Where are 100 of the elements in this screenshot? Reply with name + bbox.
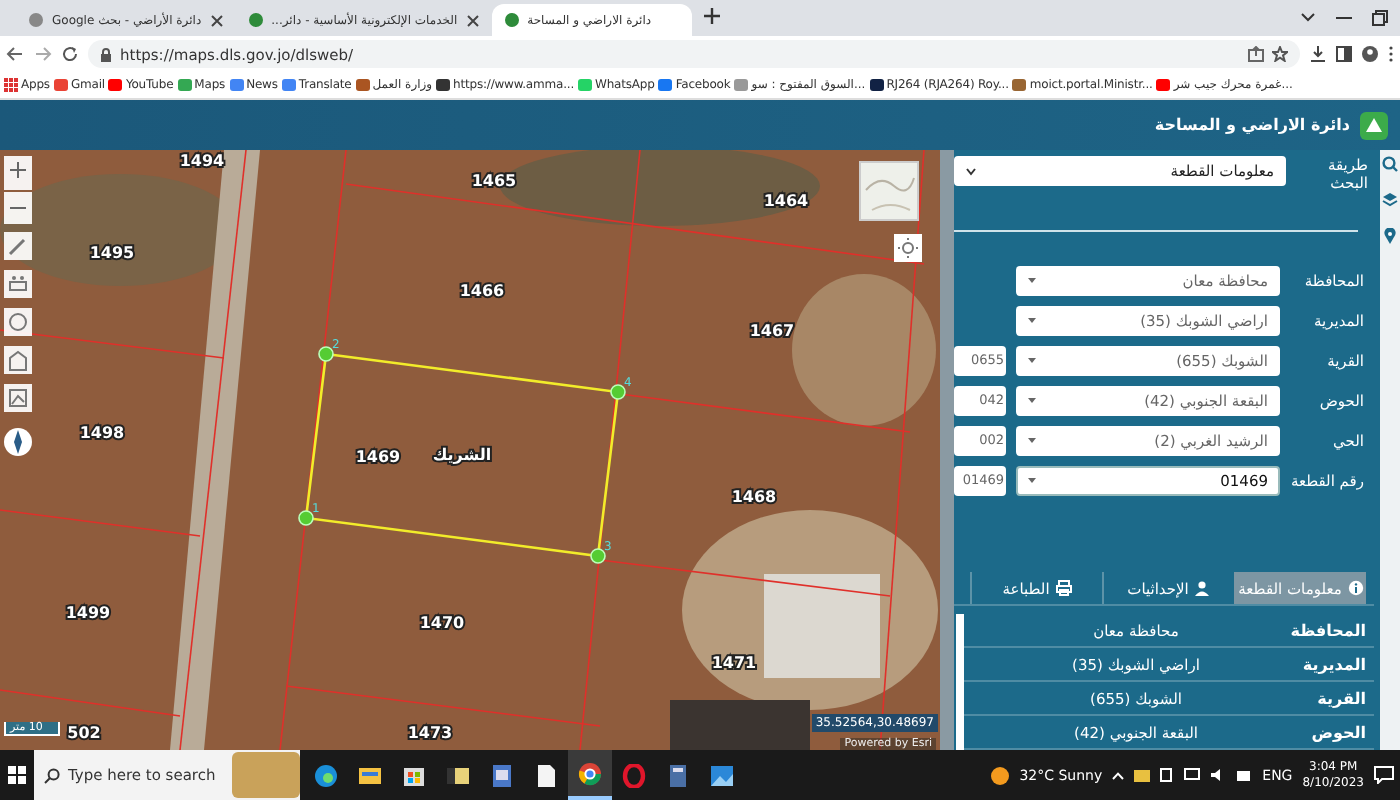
new-tab-icon[interactable] xyxy=(703,8,720,24)
share-icon[interactable] xyxy=(1248,46,1264,62)
printer-icon xyxy=(1055,580,1072,596)
reload-icon[interactable] xyxy=(62,46,78,62)
vertex-marker xyxy=(298,510,314,526)
favicon-icon xyxy=(53,78,68,92)
caret-icon xyxy=(1028,358,1036,364)
favicon-icon xyxy=(1156,78,1171,92)
apps-grid-icon xyxy=(4,78,18,92)
display-icon[interactable] xyxy=(1184,768,1201,782)
sun-icon xyxy=(989,765,1010,785)
search-highlight-image xyxy=(232,752,300,798)
info-label: المديرية xyxy=(1300,655,1366,673)
search-icon xyxy=(44,767,60,783)
favicon-icon xyxy=(229,78,244,92)
favicon-icon xyxy=(503,12,520,28)
parcel-number: 502 xyxy=(67,724,101,742)
caret-icon xyxy=(1028,398,1036,404)
location-pin-icon[interactable] xyxy=(1384,228,1396,244)
close-icon[interactable] xyxy=(209,13,224,27)
windows-logo-icon[interactable] xyxy=(8,766,26,784)
download-icon[interactable] xyxy=(1310,46,1326,62)
circle-tool-button[interactable] xyxy=(4,308,32,336)
building-shadow xyxy=(670,700,810,750)
restore-icon[interactable] xyxy=(1372,10,1388,26)
zoom-in-button[interactable] xyxy=(4,156,32,190)
favicon-icon xyxy=(177,78,192,92)
info-icon xyxy=(1347,580,1364,596)
compass-button[interactable] xyxy=(4,428,32,456)
search-icon[interactable] xyxy=(1382,156,1398,172)
image-viewer-icon[interactable] xyxy=(446,763,470,787)
parcel-number: 1470 xyxy=(419,614,465,632)
favicon-icon xyxy=(108,78,123,92)
side-panel-icon[interactable] xyxy=(1336,46,1352,62)
back-arrow-icon[interactable] xyxy=(6,46,24,62)
parcel-number: 1469 xyxy=(355,448,401,466)
vertex-marker xyxy=(610,384,626,400)
browser-icon[interactable] xyxy=(578,761,602,785)
profile-icon[interactable] xyxy=(1362,46,1378,62)
favicon-icon xyxy=(578,78,592,92)
chevron-down-icon[interactable] xyxy=(1300,12,1316,24)
parcel-number: 1494 xyxy=(179,152,225,170)
logo-icon xyxy=(1360,111,1388,139)
favicon-icon xyxy=(247,12,264,28)
parcel-number: 1499 xyxy=(65,604,111,622)
person-icon xyxy=(1194,580,1211,596)
battery-icon[interactable] xyxy=(1236,769,1253,781)
favicon-icon xyxy=(734,78,749,92)
favicon-icon xyxy=(869,78,884,92)
building-roof xyxy=(764,574,880,678)
parcel-number: 1498 xyxy=(79,424,125,442)
notification-icon[interactable] xyxy=(1374,766,1394,784)
parcel-number: 1466 xyxy=(459,282,505,300)
close-icon[interactable] xyxy=(465,13,480,27)
caret-icon xyxy=(1028,318,1036,324)
zoom-out-button[interactable] xyxy=(4,192,32,224)
document-icon[interactable] xyxy=(490,763,514,787)
ring-icon[interactable] xyxy=(622,763,646,787)
parcel-owner-label: الشريك xyxy=(432,446,492,464)
chevron-up-icon[interactable] xyxy=(1112,771,1125,779)
calculator-icon[interactable] xyxy=(666,763,690,787)
parcel-number: 1468 xyxy=(731,488,777,506)
caret-icon xyxy=(1028,278,1036,284)
caret-icon xyxy=(1028,478,1036,484)
favicon-icon xyxy=(28,12,44,28)
info-label: المحافظة xyxy=(1288,621,1366,639)
draw-button[interactable] xyxy=(4,232,32,260)
measure-button[interactable] xyxy=(4,270,32,298)
favicon-icon xyxy=(658,78,673,92)
favicon-icon xyxy=(355,78,370,92)
favicon-icon xyxy=(1012,78,1027,92)
vertex-marker xyxy=(318,346,334,362)
browser-icon[interactable] xyxy=(314,763,338,787)
parcel-number: 1465 xyxy=(471,172,517,190)
parcel-number: 1473 xyxy=(407,724,453,742)
parcel-number: 1471 xyxy=(711,654,757,672)
site-title: دائرة الاراضي و المساحة xyxy=(1154,116,1350,134)
vertex-marker xyxy=(590,548,606,564)
network-icon[interactable] xyxy=(1160,768,1175,782)
lock-icon xyxy=(100,47,112,61)
basemap-button[interactable] xyxy=(894,234,922,262)
folder-icon[interactable] xyxy=(358,763,382,787)
parcel-number: 1495 xyxy=(89,244,135,262)
store-bag-icon[interactable] xyxy=(402,763,426,787)
layers-icon[interactable] xyxy=(1382,192,1398,208)
info-label: الحوض xyxy=(1309,723,1366,741)
favicon-icon xyxy=(281,78,296,92)
parcel-number: 1467 xyxy=(749,322,795,340)
parcel-number: 1464 xyxy=(763,192,809,210)
tray-app-icon[interactable] xyxy=(1134,769,1151,781)
photos-icon[interactable] xyxy=(710,763,734,787)
home-button[interactable] xyxy=(4,346,32,374)
menu-icon[interactable] xyxy=(1388,46,1394,62)
favicon-icon xyxy=(436,78,451,92)
export-image-button[interactable] xyxy=(4,384,32,412)
page-icon[interactable] xyxy=(534,763,558,787)
caret-icon xyxy=(1028,438,1036,444)
chevron-down-icon xyxy=(966,167,976,175)
star-icon[interactable] xyxy=(1272,46,1288,62)
info-label: القرية xyxy=(1315,689,1366,707)
